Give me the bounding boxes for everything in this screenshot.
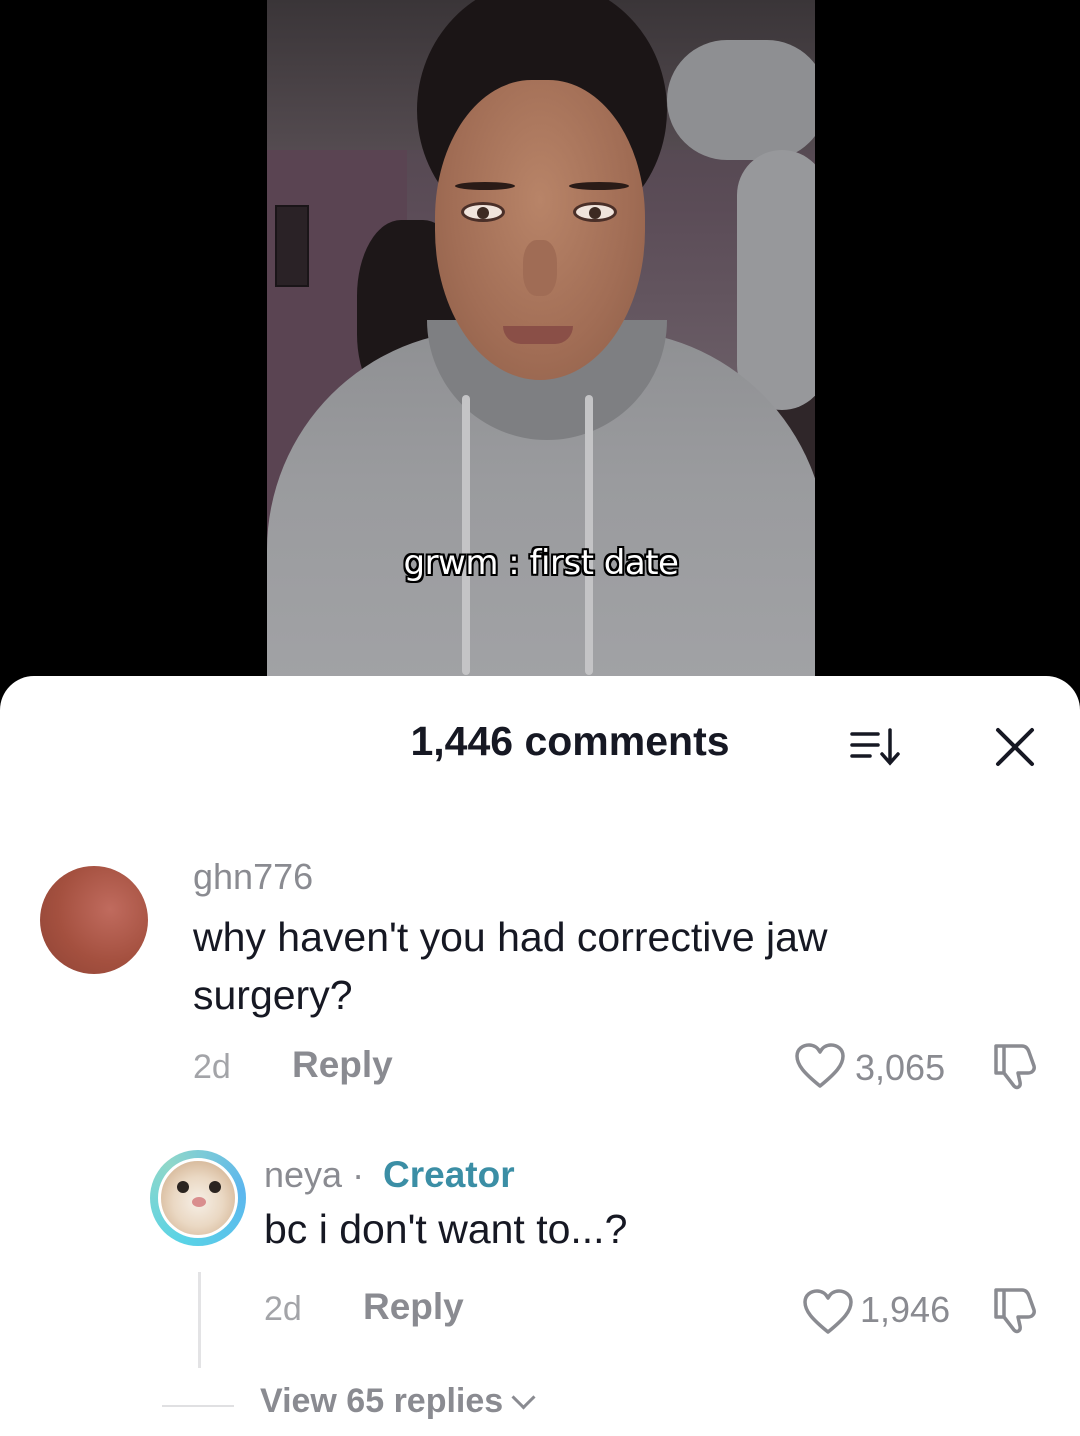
comment-username[interactable]: ghn776 bbox=[193, 856, 313, 898]
video-caption: grwm : first date bbox=[403, 542, 680, 584]
video-arm bbox=[667, 40, 815, 160]
reply-button[interactable]: Reply bbox=[363, 1286, 464, 1328]
comments-header: 1,446 comments bbox=[0, 676, 1080, 816]
comment-timestamp: 2d bbox=[264, 1290, 302, 1328]
like-count: 3,065 bbox=[855, 1047, 946, 1088]
view-replies-divider bbox=[162, 1405, 234, 1407]
thumbs-down-icon[interactable] bbox=[988, 1040, 1040, 1092]
comment-text: why haven't you had corrective jaw surge… bbox=[193, 914, 828, 1018]
sort-icon[interactable] bbox=[846, 726, 906, 770]
thumbs-down-icon[interactable] bbox=[988, 1284, 1040, 1336]
video-eye bbox=[461, 202, 505, 222]
creator-avatar[interactable] bbox=[150, 1150, 246, 1246]
view-replies-label: View 65 replies bbox=[260, 1382, 504, 1420]
cat-eye bbox=[209, 1181, 221, 1193]
video-hoodie-string bbox=[585, 395, 593, 675]
username-text: neya bbox=[264, 1154, 343, 1195]
separator-dot: · bbox=[352, 1154, 365, 1195]
comments-count-title: 1,446 comments bbox=[410, 718, 730, 764]
comment-text: bc i don't want to...? bbox=[264, 1206, 628, 1252]
heart-icon[interactable] bbox=[794, 1042, 846, 1090]
video-eye bbox=[573, 202, 617, 222]
comments-sheet: 1,446 comments ghn776 why haven't you ha… bbox=[0, 676, 1080, 1436]
video-wall-frame bbox=[275, 205, 309, 287]
video-mouth bbox=[503, 326, 573, 344]
video-arm-lower bbox=[737, 150, 815, 410]
heart-icon[interactable] bbox=[802, 1288, 854, 1336]
cat-nose bbox=[192, 1197, 206, 1207]
cat-eye bbox=[177, 1181, 189, 1193]
video-hoodie-string bbox=[462, 395, 470, 675]
comment-username[interactable]: neya · bbox=[264, 1154, 364, 1196]
video-brow bbox=[455, 182, 515, 190]
video-brow bbox=[569, 182, 629, 190]
view-replies-button[interactable]: View 65 replies bbox=[260, 1382, 536, 1421]
video-player[interactable]: grwm : first date bbox=[267, 0, 815, 690]
cat-avatar-image bbox=[158, 1158, 238, 1238]
avatar[interactable] bbox=[40, 866, 148, 974]
chevron-down-icon bbox=[511, 1385, 536, 1410]
comment-timestamp: 2d bbox=[193, 1048, 231, 1086]
thread-line bbox=[198, 1272, 201, 1368]
video-nose bbox=[523, 240, 557, 296]
close-icon[interactable] bbox=[990, 726, 1038, 770]
creator-badge: Creator bbox=[383, 1154, 515, 1195]
like-count: 1,946 bbox=[860, 1289, 951, 1330]
reply-button[interactable]: Reply bbox=[292, 1044, 393, 1086]
